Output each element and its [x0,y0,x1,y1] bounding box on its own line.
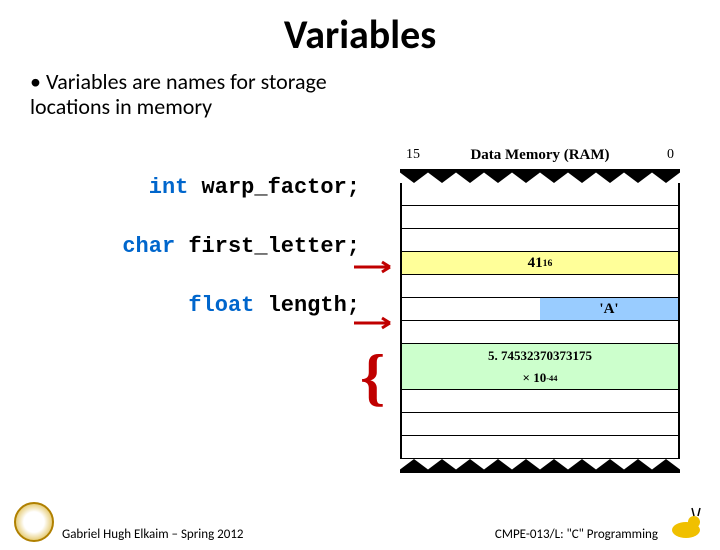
arrow-icon [354,260,402,274]
int-value: 41 [528,255,543,272]
memory-label: Data Memory (RAM) [400,147,680,164]
footer-right: CMPE-013/L: "C" Programming [495,502,706,542]
memory-row-float-2: × 10-44 [402,367,678,390]
memory-row [402,436,678,459]
code-list: int warp_factor; char first_letter; floa… [30,175,360,318]
seal-icon [14,502,54,542]
memory-row-int: 4116 [402,252,678,275]
memory-row [402,275,678,298]
code-line-char: char first_letter; [30,234,360,259]
memory-table: 4116 'A' 5. 74532370373175 × 10-44 [400,183,680,459]
bit-high: 15 [406,147,420,163]
memory-row [402,413,678,436]
code-rest-int: warp_factor; [188,175,360,200]
keyword-float: float [188,293,254,318]
content-area: Variables are names for storage location… [0,59,720,318]
memory-row [402,321,678,344]
brace-icon: { [360,349,394,405]
footer-left: Gabriel Hugh Elkaim – Spring 2012 [14,502,244,542]
slide-title: Variables [0,10,720,59]
code-rest-char: first_letter; [175,234,360,259]
arrow-icon [354,316,402,330]
memory-header: 15 Data Memory (RAM) 0 [400,147,680,169]
code-line-int: int warp_factor; [30,175,360,200]
keyword-char: char [122,234,175,259]
code-line-float: float length; [30,293,360,318]
bullet-text: Variables are names for storage location… [30,69,380,120]
keyword-int: int [149,175,189,200]
char-value: 'A' [599,301,618,318]
zigzag-top-icon [400,169,680,183]
memory-diagram: 15 Data Memory (RAM) 0 4116 'A' [400,147,680,473]
zigzag-bottom-icon [400,459,680,473]
memory-row [402,183,678,206]
memory-row [402,390,678,413]
bit-low: 0 [667,147,674,163]
footer: Gabriel Hugh Elkaim – Spring 2012 CMPE-0… [0,496,720,544]
memory-row [402,229,678,252]
memory-row-char: 'A' [402,298,678,321]
memory-row [402,206,678,229]
code-rest-float: length; [254,293,360,318]
float-value-mult: × 10 [523,370,547,386]
float-value-mantissa: 5. 74532370373175 [488,348,592,364]
slug-icon [666,502,706,542]
memory-row-float-1: 5. 74532370373175 [402,344,678,367]
int-value-sub: 16 [543,258,553,269]
float-value-exp: -44 [546,373,557,383]
